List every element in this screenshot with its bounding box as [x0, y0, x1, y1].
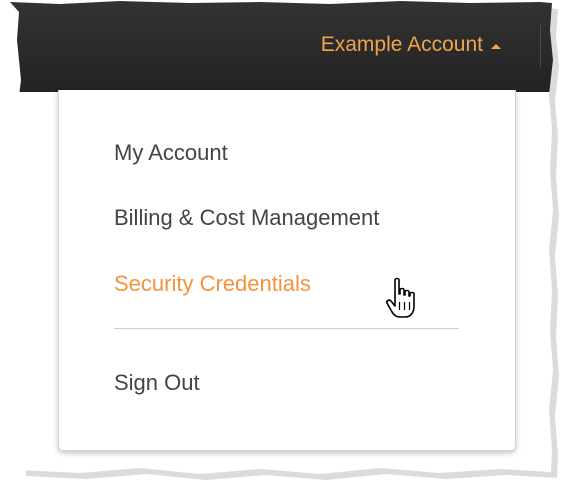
hand-pointer-icon [386, 277, 415, 318]
account-menu-button[interactable]: Example Account [321, 30, 501, 60]
caret-up-icon [491, 43, 501, 49]
menu-item-my-account[interactable]: My Account [114, 140, 228, 166]
top-navigation-bar: Example Account [10, 1, 553, 92]
account-dropdown-menu: My Account Billing & Cost Management Sec… [58, 90, 516, 451]
torn-paper: Example Account My Account Billing & Cos… [10, 1, 553, 474]
menu-item-security-credentials[interactable]: Security Credentials [114, 271, 311, 297]
screenshot-frame: Example Account My Account Billing & Cos… [0, 0, 571, 499]
menu-item-sign-out[interactable]: Sign Out [114, 370, 200, 396]
account-name-label: Example Account [320, 33, 483, 56]
menu-divider [114, 328, 459, 329]
menu-item-billing[interactable]: Billing & Cost Management [114, 205, 379, 231]
topbar-divider [540, 24, 541, 68]
